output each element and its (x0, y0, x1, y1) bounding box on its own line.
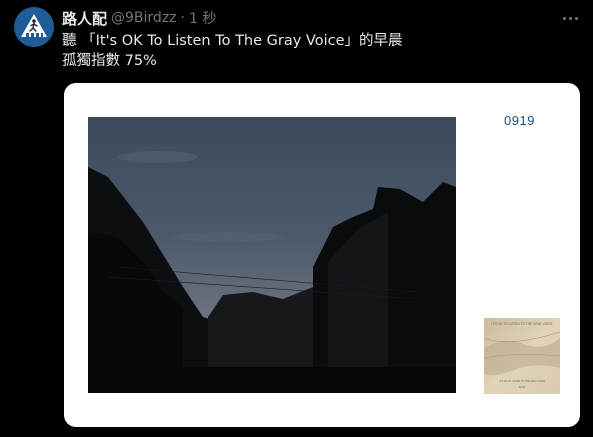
display-name[interactable]: 路人配 (62, 8, 107, 29)
more-horizontal-icon (562, 16, 566, 20)
dusk-street-photo[interactable] (88, 117, 456, 393)
tweet-text-line-2: 孤獨指數 75% (62, 53, 157, 69)
user-handle[interactable]: @9Birdzz (111, 10, 177, 26)
tweet-text-line-1: 聽 「It's OK To Listen To The Gray Voice」的… (62, 33, 403, 49)
album-cover-image[interactable]: IT'S OK TO LISTEN TO THE GRAY VOICE IT'S… (484, 318, 560, 394)
tweet-text: 聽 「It's OK To Listen To The Gray Voice」的… (62, 31, 582, 71)
tweet-header: 路人配 @9Birdzz · 1 秒 (62, 8, 216, 28)
album-cover-artist: ECM (519, 385, 525, 389)
album-cover-title: IT'S OK TO LISTEN TO THE GRAY VOICE (491, 322, 552, 326)
media-card[interactable]: 0919 IT'S OK TO LISTEN TO THE GRAY VOICE… (64, 83, 580, 427)
separator: · (180, 10, 185, 26)
timestamp[interactable]: 1 秒 (189, 8, 216, 28)
album-cover-caption: IT'S OK TO LISTEN TO THE GRAY VOICE (499, 380, 545, 383)
date-label: 0919 (504, 113, 535, 128)
pedestrian-crossing-icon (14, 7, 54, 47)
avatar[interactable] (14, 7, 54, 47)
more-options-button[interactable] (559, 9, 581, 27)
